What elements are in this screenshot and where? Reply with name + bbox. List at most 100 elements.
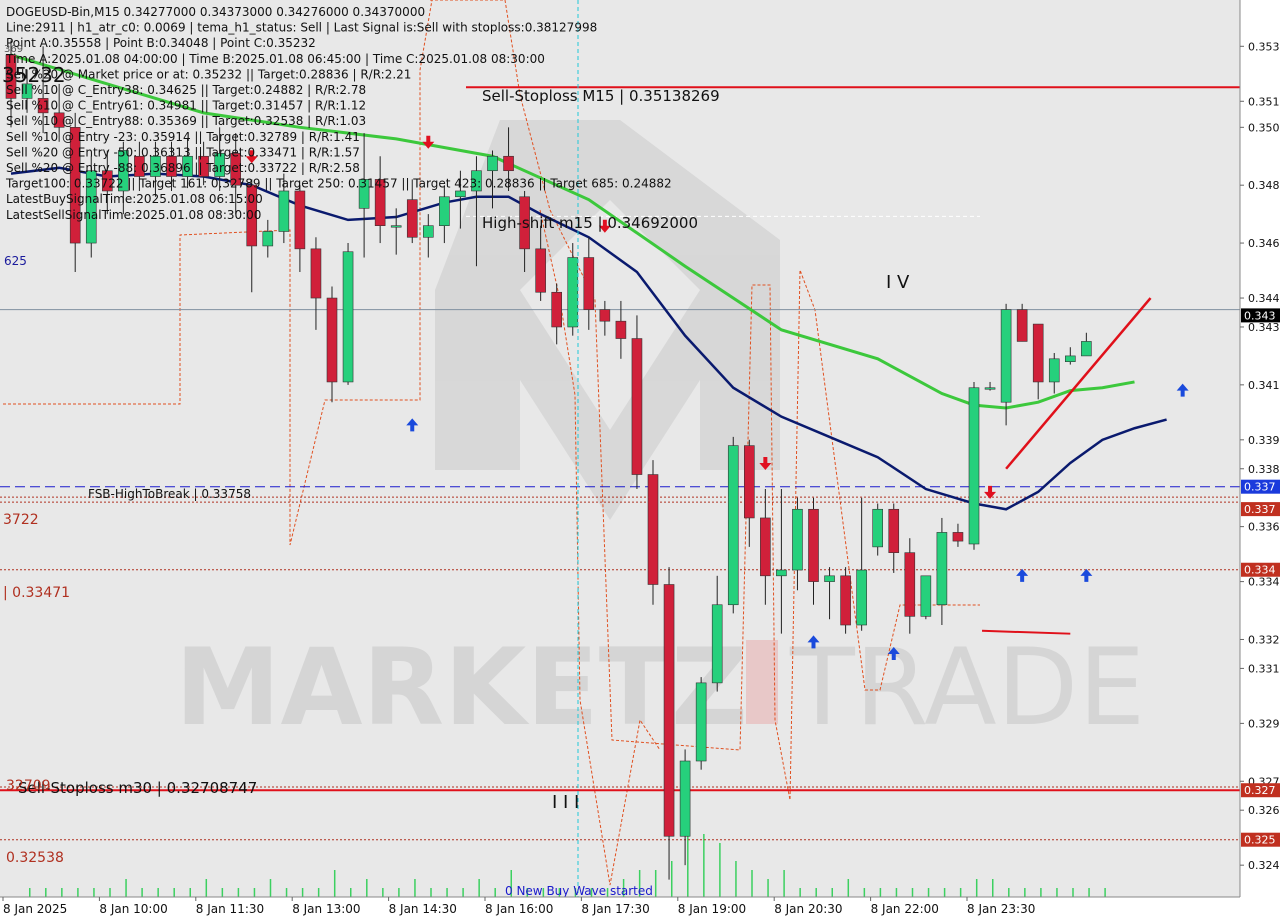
header-line: Sell %20 @ Entry -50: 0.36313 || Target:… [6, 145, 360, 159]
volume-bar [943, 888, 946, 897]
volume-bar [237, 888, 240, 897]
volume-bar [285, 888, 288, 897]
y-tick-label: 0.343 [1248, 321, 1280, 334]
watermark-right: TRADE [789, 626, 1145, 749]
volume-bar [93, 888, 95, 897]
y-tick-label: 0.334 [1248, 576, 1280, 589]
new-buy-wave-label: 0 New Buy Wave started [505, 884, 653, 898]
x-tick-label: 8 Jan 22:00 [871, 902, 939, 916]
watermark-i-bar [746, 640, 778, 724]
price-tag-label: 0.337 [1244, 481, 1276, 494]
volume-bar [751, 870, 753, 897]
bear-candle [599, 309, 611, 322]
bear-candle [535, 248, 546, 293]
bear-candle [326, 297, 338, 383]
bull-candle [776, 569, 787, 577]
volume-bar [141, 888, 143, 897]
bear-candle [631, 338, 643, 475]
volume-bar [975, 879, 978, 897]
bull-candle [439, 196, 450, 226]
volume-bar [654, 870, 657, 897]
volume-bar [366, 879, 368, 897]
volume-bar [847, 879, 850, 897]
y-tick-label: 0.346 [1248, 237, 1280, 250]
x-tick-label: 8 Jan 11:30 [196, 902, 264, 916]
volume-bar [350, 888, 352, 897]
header-line: Point A:0.35558 | Point B:0.34048 | Poin… [6, 36, 316, 50]
bear-candle [503, 155, 514, 172]
header-line: Time A:2025.01.08 04:00:00 | Time B:2025… [5, 52, 545, 66]
x-tick-label: 8 Jan 17:30 [581, 902, 649, 916]
bull-candle [390, 225, 402, 228]
bull-candle [567, 257, 579, 328]
y-tick-label: 0.336 [1248, 521, 1280, 534]
volume-bar [446, 888, 448, 897]
bull-candle [1000, 309, 1012, 403]
x-tick-label: 8 Jan 20:30 [774, 902, 842, 916]
volume-bar [301, 888, 304, 897]
volume-bar [735, 861, 737, 897]
volume-bar [1008, 888, 1010, 897]
volume-bar [157, 888, 159, 897]
bull-candle [679, 760, 691, 837]
header-line: Sell %20 @ Market price or at: 0.35232 |… [6, 67, 411, 81]
volume-bar [1056, 888, 1058, 897]
high-shift-label: High-shift m15 | 0.34692000 [482, 214, 698, 232]
volume-bar [125, 879, 127, 897]
bull-candle [1048, 358, 1060, 383]
bear-candle [1016, 309, 1028, 342]
bull-candle [727, 445, 739, 606]
wave-iv-label: I V [886, 272, 910, 293]
x-tick-label: 8 Jan 14:30 [389, 902, 457, 916]
volume-bar [783, 870, 785, 897]
volume-bar [992, 879, 994, 897]
y-tick-label: 0.338 [1248, 463, 1280, 476]
y-tick-label: 0.350 [1248, 121, 1280, 134]
y-tick-label: 0.341 [1248, 379, 1280, 392]
price-tag-label: 0.337 [1244, 503, 1276, 516]
bear-candle [310, 248, 322, 299]
volume-bar [221, 888, 224, 897]
y-tick-label: 0.324 [1248, 859, 1280, 872]
volume-bar [189, 888, 191, 897]
header-line: LatestSellSignalTime:2025.01.08 08:30:00 [6, 208, 261, 222]
y-tick-label: 0.339 [1248, 434, 1280, 447]
bull-candle [824, 575, 835, 582]
volume-bar [959, 888, 962, 897]
volume-bar [1104, 888, 1106, 897]
bull-candle [1065, 355, 1076, 362]
bear-candle [904, 552, 916, 617]
volume-bar [1040, 888, 1042, 897]
price-tag-label: 0.343 [1244, 309, 1276, 322]
bull-candle [856, 569, 867, 626]
volume-bar [863, 888, 866, 897]
bull-candle [455, 190, 466, 198]
bear-candle [647, 474, 659, 585]
y-tick-label: 0.326 [1248, 804, 1280, 817]
y-tick-label: 0.351 [1248, 95, 1280, 108]
bear-candle [615, 320, 627, 339]
volume-bar [205, 879, 208, 897]
header-line: Sell %10 @ Entry -23: 0.35914 || Target:… [6, 130, 360, 144]
header-line: Line:2911 | h1_atr_c0: 0.0069 | tema_h1_… [6, 21, 597, 35]
volume-bar [671, 861, 673, 897]
volume-bar [1024, 888, 1026, 897]
y-tick-label: 0.353 [1248, 40, 1280, 53]
volume-bar [430, 888, 432, 897]
bear-candle [743, 445, 755, 519]
bull-candle [936, 532, 948, 606]
x-tick-label: 8 Jan 23:30 [967, 902, 1035, 916]
volume-bar [927, 888, 930, 897]
wave-iii-label: I I I [552, 792, 579, 813]
volume-bar [29, 888, 31, 897]
bull-candle [984, 387, 996, 390]
y-tick-label: 0.344 [1248, 292, 1280, 305]
bull-candle [695, 682, 707, 762]
left-level-3722: 3722 [3, 512, 39, 528]
volume-bar [1072, 888, 1074, 897]
bear-candle [888, 508, 900, 553]
volume-bar [253, 888, 256, 897]
volume-bar [61, 888, 63, 897]
bull-candle [262, 231, 274, 247]
volume-bar [317, 888, 320, 897]
